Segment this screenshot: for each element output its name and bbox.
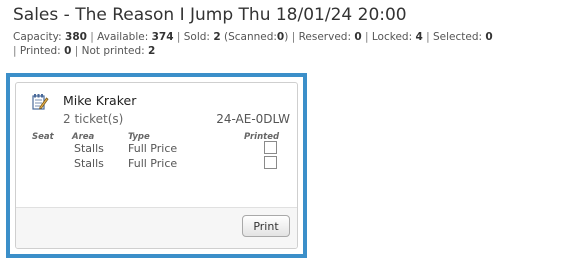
type-cell: Full Price — [128, 157, 178, 170]
printed-label: Printed: — [19, 45, 61, 57]
stats-separator: | — [291, 31, 296, 43]
not-printed-value: 2 — [148, 45, 156, 57]
order-card[interactable]: Mike Kraker 2 ticket(s) 24-AE-0DLW Seat … — [15, 82, 298, 249]
capacity-label: Capacity: — [13, 31, 62, 43]
printed-value: 0 — [64, 45, 72, 57]
capacity-value: 380 — [65, 31, 87, 43]
stats-separator: | — [74, 45, 79, 57]
stats-separator: | — [365, 31, 369, 43]
selected-label: Selected: — [433, 31, 483, 43]
not-printed-label: Not printed: — [81, 45, 145, 57]
ticket-count: 2 ticket(s) — [63, 112, 124, 126]
locked-label: Locked: — [371, 31, 413, 43]
column-header-seat: Seat — [32, 132, 54, 142]
order-card-selected[interactable]: Mike Kraker 2 ticket(s) 24-AE-0DLW Seat … — [6, 73, 307, 258]
stats-separator: | — [426, 31, 430, 43]
type-cell: Full Price — [128, 142, 178, 155]
printed-checkbox[interactable] — [264, 141, 277, 154]
selected-value: 0 — [485, 31, 493, 43]
scanned-close: ) — [284, 31, 289, 43]
reserved-value: 0 — [354, 31, 362, 43]
stats-separator: | — [176, 31, 181, 43]
available-value: 374 — [151, 31, 174, 43]
area-cell: Stalls — [74, 142, 104, 155]
page-title: Sales - The Reason I Jump Thu 18/01/24 2… — [13, 5, 407, 25]
edit-note-icon[interactable] — [31, 93, 49, 111]
area-cell: Stalls — [74, 157, 104, 170]
column-header-area: Area — [72, 132, 95, 142]
scanned-label: (Scanned: — [223, 31, 277, 43]
sales-stats: Capacity: 380 | Available: 374 | Sold: 2… — [13, 30, 558, 58]
sold-label: Sold: — [183, 31, 210, 43]
reserved-label: Reserved: — [298, 31, 351, 43]
customer-name: Mike Kraker — [63, 93, 137, 108]
column-header-type: Type — [128, 132, 150, 142]
order-card-footer: Print — [16, 207, 297, 248]
locked-value: 4 — [415, 31, 423, 43]
available-label: Available: — [97, 31, 149, 43]
printed-checkbox[interactable] — [264, 156, 277, 169]
stats-separator: | — [90, 31, 94, 43]
stats-separator: | — [13, 45, 17, 57]
order-reference: 24-AE-0DLW — [216, 112, 290, 126]
print-button[interactable]: Print — [242, 215, 290, 237]
sold-value: 2 — [213, 31, 221, 43]
